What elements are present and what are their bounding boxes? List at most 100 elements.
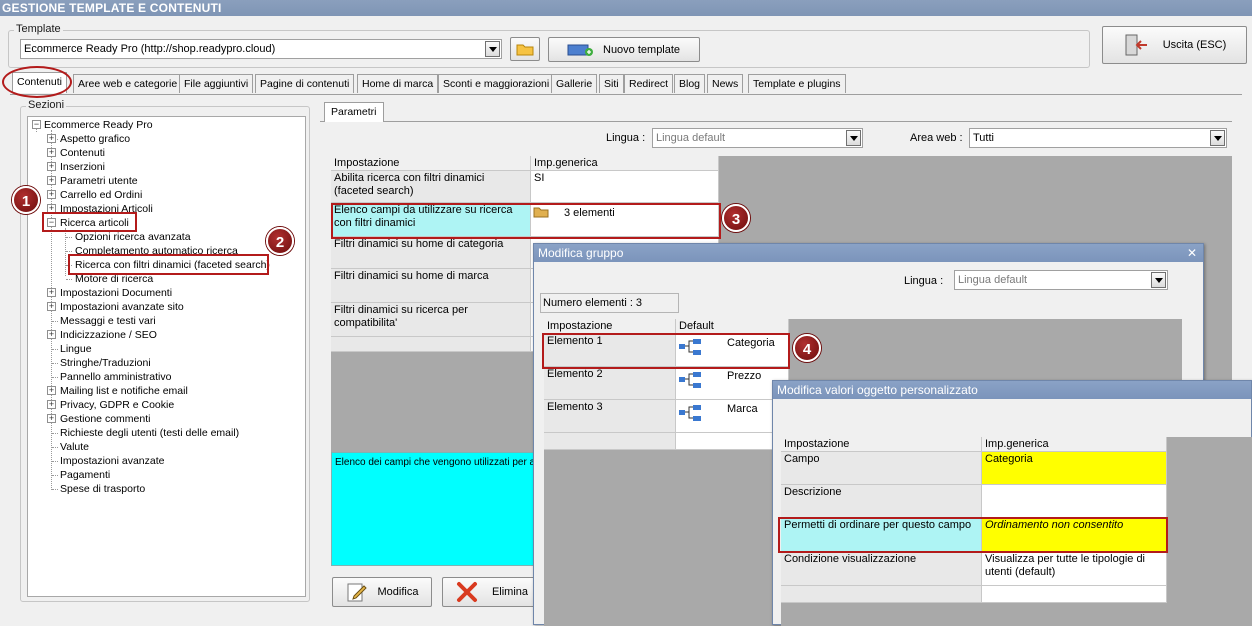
group-count: Numero elementi : 3 <box>540 293 679 313</box>
expand-icon[interactable]: + <box>47 302 56 311</box>
tab-news[interactable]: News <box>707 74 744 93</box>
tree-item-valute[interactable]: Valute <box>60 440 89 454</box>
tree-item-contenuti[interactable]: Contenuti <box>60 146 105 160</box>
exit-label: Uscita (ESC) <box>1162 39 1227 51</box>
modify-label: Modifica <box>377 586 419 598</box>
params-row-setting[interactable]: Abilita ricerca con filtri dinamici (fac… <box>331 171 531 203</box>
tab-home-marca[interactable]: Home di marca <box>357 74 439 93</box>
tree-item-stringhe[interactable]: Stringhe/Traduzioni <box>60 356 151 370</box>
delete-button[interactable]: Elimina <box>442 577 542 607</box>
annotation-circle <box>2 66 72 98</box>
folder-icon <box>516 44 534 56</box>
chevron-down-icon[interactable] <box>1151 272 1166 288</box>
group-col-setting: Impostazione <box>544 319 676 334</box>
params-col-value: Imp.generica <box>531 156 719 171</box>
object-row-value[interactable] <box>982 485 1167 518</box>
object-row-setting[interactable]: Campo <box>781 452 982 485</box>
sections-label: Sezioni <box>26 99 67 111</box>
main-tabs: Contenuti Aree web e categorie File aggi… <box>0 72 1252 95</box>
close-icon[interactable]: ✕ <box>1187 244 1197 262</box>
expand-icon[interactable]: + <box>47 162 56 171</box>
tree-item-mailing[interactable]: Mailing list e notifiche email <box>60 384 188 398</box>
tree-item-aspetto-grafico[interactable]: Aspetto grafico <box>60 132 130 146</box>
tree-item-richieste[interactable]: Richieste degli utenti (testi delle emai… <box>60 426 239 440</box>
group-lingua-select[interactable]: Lingua default <box>954 270 1168 290</box>
group-row-setting[interactable]: Elemento 3 <box>544 400 676 433</box>
params-description: Elenco dei campi che vengono utilizzati … <box>331 452 541 566</box>
exit-button[interactable]: Uscita (ESC) <box>1102 26 1247 64</box>
expand-icon[interactable]: + <box>47 330 56 339</box>
group-lingua-value: Lingua default <box>958 274 1028 286</box>
chevron-down-icon[interactable] <box>485 41 500 57</box>
expand-icon[interactable]: + <box>47 400 56 409</box>
tree-root[interactable]: Ecommerce Ready Pro <box>44 118 153 132</box>
tree-item-spese-trasporto[interactable]: Spese di trasporto <box>60 482 145 496</box>
tab-aree-web[interactable]: Aree web e categorie <box>73 74 183 93</box>
group-row-setting[interactable]: Elemento 2 <box>544 367 676 400</box>
expand-icon[interactable]: + <box>47 190 56 199</box>
tab-gallerie[interactable]: Gallerie <box>551 74 598 93</box>
tree-item-opzioni-ricerca[interactable]: Opzioni ricerca avanzata <box>75 230 191 244</box>
tab-sconti[interactable]: Sconti e maggiorazioni <box>438 74 555 93</box>
tree-item-impostazioni-avanzate[interactable]: Impostazioni avanzate <box>60 454 164 468</box>
tree-item-parametri-utente[interactable]: Parametri utente <box>60 174 138 188</box>
params-row-setting[interactable]: Filtri dinamici su ricerca per compatibi… <box>331 303 531 337</box>
object-row-value[interactable]: Categoria <box>982 452 1167 485</box>
tab-pagine-contenuti[interactable]: Pagine di contenuti <box>255 74 355 93</box>
tree-item-pagamenti[interactable]: Pagamenti <box>60 468 110 482</box>
params-row-setting[interactable]: Filtri dinamici su home di marca <box>331 269 531 303</box>
object-row-value[interactable]: Visualizza per tutte le tipologie di ute… <box>982 552 1167 586</box>
expand-icon[interactable]: + <box>47 176 56 185</box>
tree-item-carrello[interactable]: Carrello ed Ordini <box>60 188 142 202</box>
tree-line <box>52 321 58 322</box>
tab-template-plugins[interactable]: Template e plugins <box>748 74 846 93</box>
tree-item-impostazioni-documenti[interactable]: Impostazioni Documenti <box>60 286 172 300</box>
tree-item-indicizzazione[interactable]: Indicizzazione / SEO <box>60 328 157 342</box>
tree-item-messaggi[interactable]: Messaggi e testi vari <box>60 314 156 328</box>
tree-item-privacy[interactable]: Privacy, GDPR e Cookie <box>60 398 174 412</box>
params-row-value[interactable]: SI <box>531 171 719 203</box>
annotation-box-ricerca-articoli <box>42 212 137 232</box>
hierarchy-icon <box>679 372 701 388</box>
open-folder-button[interactable] <box>510 37 540 61</box>
collapse-icon[interactable]: − <box>32 120 41 129</box>
params-row-empty <box>331 337 531 352</box>
tree-item-inserzioni[interactable]: Inserzioni <box>60 160 105 174</box>
tree-line <box>52 447 58 448</box>
annotation-badge-2: 2 <box>266 227 294 255</box>
tree-item-gestione-commenti[interactable]: Gestione commenti <box>60 412 150 426</box>
tree-line <box>66 251 72 252</box>
tab-parametri[interactable]: Parametri <box>324 102 384 122</box>
sections-tree-nodes: − Ecommerce Ready Pro + Aspetto grafico … <box>27 116 306 597</box>
expand-icon[interactable]: + <box>47 414 56 423</box>
tree-item-impostazioni-avanzate-sito[interactable]: Impostazioni avanzate sito <box>60 300 184 314</box>
tree-line <box>66 237 72 238</box>
new-template-button[interactable]: Nuovo template <box>548 37 700 62</box>
object-row-setting[interactable]: Condizione visualizzazione <box>781 552 982 586</box>
chevron-down-icon[interactable] <box>846 130 861 146</box>
object-row-empty <box>982 586 1167 603</box>
tab-blog[interactable]: Blog <box>674 74 706 93</box>
params-lingua-select[interactable]: Lingua default <box>652 128 863 148</box>
tab-redirect[interactable]: Redirect <box>624 74 674 93</box>
object-row-setting[interactable]: Descrizione <box>781 485 982 518</box>
tree-line <box>52 475 58 476</box>
params-lingua-value: Lingua default <box>656 132 726 144</box>
tab-siti[interactable]: Siti <box>599 74 624 93</box>
expand-icon[interactable]: + <box>47 148 56 157</box>
exit-door-icon <box>1125 34 1147 56</box>
object-row-empty <box>781 586 982 603</box>
template-select[interactable]: Ecommerce Ready Pro (http://shop.readypr… <box>20 39 502 59</box>
modify-button[interactable]: Modifica <box>332 577 432 607</box>
params-area-value: Tutti <box>973 132 994 144</box>
expand-icon[interactable]: + <box>47 134 56 143</box>
tab-file-aggiuntivi[interactable]: File aggiuntivi <box>179 74 254 93</box>
template-select-value: Ecommerce Ready Pro (http://shop.readypr… <box>24 43 276 55</box>
tree-item-lingue[interactable]: Lingue <box>60 342 92 356</box>
params-area-select[interactable]: Tutti <box>969 128 1227 148</box>
params-row-setting[interactable]: Filtri dinamici su home di categoria <box>331 237 531 269</box>
expand-icon[interactable]: + <box>47 288 56 297</box>
expand-icon[interactable]: + <box>47 386 56 395</box>
tree-item-pannello[interactable]: Pannello amministrativo <box>60 370 171 384</box>
chevron-down-icon[interactable] <box>1210 130 1225 146</box>
